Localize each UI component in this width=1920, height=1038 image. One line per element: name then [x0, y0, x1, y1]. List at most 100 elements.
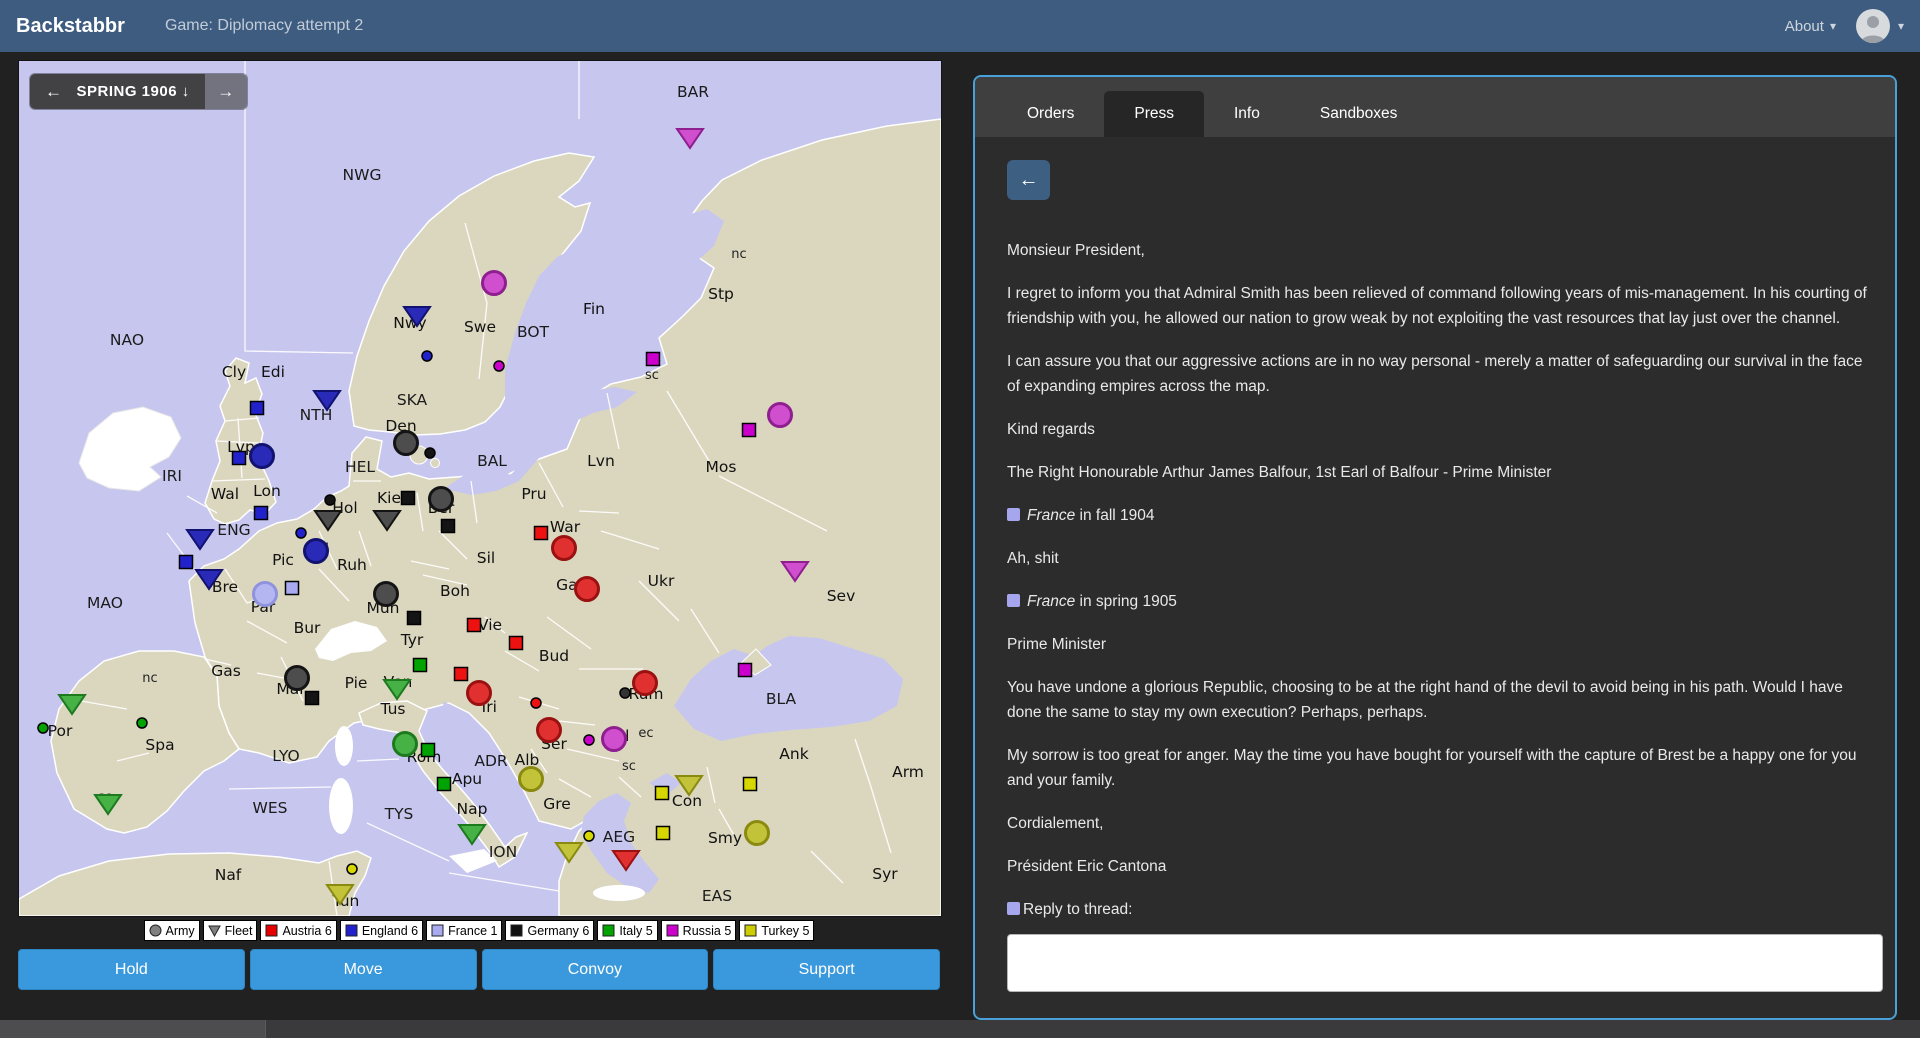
- austria-supply-center[interactable]: [531, 698, 541, 708]
- italy-supply-center[interactable]: [137, 718, 147, 728]
- navbar: Backstabbr Game: Diplomacy attempt 2 Abo…: [0, 0, 1920, 52]
- province-label-pic: Pic: [272, 551, 294, 569]
- austria-supply-center[interactable]: [468, 619, 481, 632]
- england-supply-center[interactable]: [180, 556, 193, 569]
- diplomacy-map[interactable]: BARNWGNAONTHSKAHELBALBOTENGIRIMAOLYOWEST…: [18, 60, 942, 917]
- tab-orders[interactable]: Orders: [997, 91, 1104, 137]
- order-buttons: HoldMoveConvoySupport: [18, 949, 940, 990]
- legend-label: Russia 5: [683, 924, 732, 938]
- support-button[interactable]: Support: [713, 949, 940, 990]
- austria-army-unit[interactable]: [634, 672, 657, 695]
- province-label-arm: Arm: [892, 763, 924, 781]
- province-label-sil: Sil: [477, 549, 495, 567]
- horizontal-scrollbar[interactable]: [0, 1020, 1920, 1038]
- austria-army-unit[interactable]: [468, 682, 491, 705]
- province-label-smy: Smy: [708, 829, 742, 847]
- turkey-supply-center[interactable]: [347, 864, 357, 874]
- england-army-unit[interactable]: [305, 540, 328, 563]
- convoy-button[interactable]: Convoy: [482, 949, 709, 990]
- russia-army-unit[interactable]: [603, 728, 626, 751]
- thread-season: in fall 1904: [1075, 507, 1154, 524]
- message-text: Président Eric Cantona: [1007, 854, 1879, 879]
- chevron-down-icon: ▾: [1830, 19, 1836, 33]
- russia-supply-center[interactable]: [739, 664, 752, 677]
- map-canvas[interactable]: BARNWGNAONTHSKAHELBALBOTENGIRIMAOLYOWEST…: [19, 61, 941, 916]
- legend-label: Italy 5: [619, 924, 652, 938]
- turkey-supply-center[interactable]: [656, 787, 669, 800]
- austria-army-unit[interactable]: [576, 578, 599, 601]
- province-label-stp: Stp: [708, 285, 734, 303]
- about-menu[interactable]: About ▾: [1785, 18, 1836, 35]
- hold-button[interactable]: Hold: [18, 949, 245, 990]
- legend-label: Austria 6: [282, 924, 331, 938]
- turkey-supply-center[interactable]: [657, 827, 670, 840]
- turkey-army-unit[interactable]: [520, 768, 543, 791]
- season-selector[interactable]: ← SPRING 1906 ↓: [30, 74, 205, 109]
- tab-sandboxes[interactable]: Sandboxes: [1290, 91, 1428, 137]
- province-label-lvn: Lvn: [587, 452, 615, 470]
- germany-supply-center[interactable]: [408, 612, 421, 625]
- england-army-unit[interactable]: [251, 445, 274, 468]
- legend-item: Army: [144, 920, 200, 941]
- austria-army-unit[interactable]: [553, 537, 576, 560]
- move-button[interactable]: Move: [250, 949, 477, 990]
- neutral-supply-center[interactable]: [620, 688, 630, 698]
- england-supply-center[interactable]: [255, 507, 268, 520]
- england-supply-center[interactable]: [296, 528, 306, 538]
- italy-supply-center[interactable]: [38, 723, 48, 733]
- germany-supply-center[interactable]: [325, 495, 335, 505]
- circle-icon: [149, 924, 162, 937]
- russia-supply-center[interactable]: [647, 353, 660, 366]
- germany-supply-center[interactable]: [442, 520, 455, 533]
- france-army-unit[interactable]: [254, 583, 277, 606]
- person-icon: [1856, 9, 1890, 43]
- user-menu[interactable]: ▾: [1856, 9, 1904, 43]
- italy-supply-center[interactable]: [438, 778, 451, 791]
- turkey-supply-center[interactable]: [584, 831, 594, 841]
- england-supply-center[interactable]: [233, 452, 246, 465]
- prev-turn-icon[interactable]: ←: [45, 82, 63, 102]
- russia-army-unit[interactable]: [483, 272, 506, 295]
- germany-army-unit[interactable]: [395, 432, 418, 455]
- germany-supply-center[interactable]: [306, 692, 319, 705]
- austria-army-unit[interactable]: [538, 719, 561, 742]
- austria-supply-center[interactable]: [510, 637, 523, 650]
- england-supply-center[interactable]: [422, 351, 432, 361]
- legend-item: Russia 5: [661, 920, 737, 941]
- legend-item: England 6: [340, 920, 423, 941]
- austria-supply-center[interactable]: [535, 527, 548, 540]
- germany-army-unit[interactable]: [430, 488, 453, 511]
- germany-army-unit[interactable]: [286, 667, 309, 690]
- horizontal-scrollbar-thumb[interactable]: [0, 1020, 266, 1038]
- tab-press[interactable]: Press: [1104, 91, 1204, 137]
- back-button[interactable]: ←: [1007, 160, 1050, 200]
- england-supply-center[interactable]: [251, 402, 264, 415]
- square-icon: [510, 924, 523, 937]
- germany-army-unit[interactable]: [375, 583, 398, 606]
- message-text: Cordialement,: [1007, 811, 1879, 836]
- thread-header: France in spring 1905: [1007, 589, 1879, 614]
- germany-supply-center[interactable]: [402, 492, 415, 505]
- russia-army-unit[interactable]: [769, 404, 792, 427]
- reply-textarea[interactable]: [1007, 934, 1883, 992]
- turkey-army-unit[interactable]: [746, 822, 769, 845]
- nation-color-chip: [1007, 594, 1020, 607]
- italy-supply-center[interactable]: [414, 659, 427, 672]
- turkey-supply-center[interactable]: [744, 778, 757, 791]
- app-brand[interactable]: Backstabbr: [16, 15, 125, 38]
- austria-supply-center[interactable]: [455, 668, 468, 681]
- france-supply-center[interactable]: [286, 582, 299, 595]
- russia-supply-center[interactable]: [584, 735, 594, 745]
- russia-supply-center[interactable]: [743, 424, 756, 437]
- italy-army-unit[interactable]: [394, 733, 417, 756]
- sea-label-lyo: LYO: [272, 747, 299, 765]
- germany-supply-center[interactable]: [425, 448, 435, 458]
- italy-supply-center[interactable]: [422, 744, 435, 757]
- next-turn-button[interactable]: →: [205, 74, 247, 109]
- navbar-right: About ▾ ▾: [1785, 9, 1904, 43]
- province-label-ank: Ank: [779, 745, 808, 763]
- sea-label-eas: EAS: [702, 887, 732, 905]
- tab-info[interactable]: Info: [1204, 91, 1290, 137]
- legend-item: France 1: [426, 920, 502, 941]
- russia-supply-center[interactable]: [494, 361, 504, 371]
